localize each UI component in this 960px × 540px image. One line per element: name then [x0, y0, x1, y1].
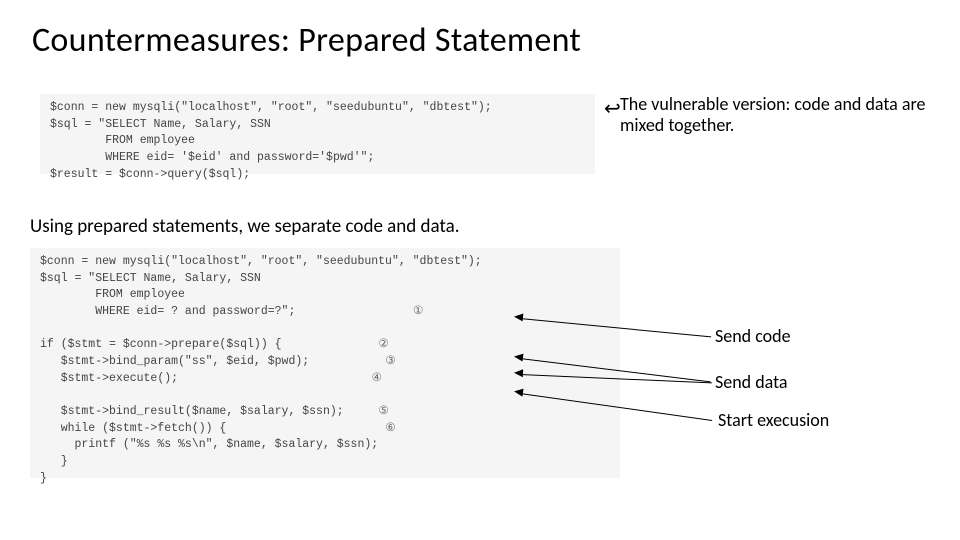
code2-l3: FROM employee — [40, 288, 185, 301]
code1-l3: FROM employee — [50, 134, 195, 147]
code1-l4: WHERE eid= '$eid' and password='$pwd'"; — [50, 151, 374, 164]
marker-5: ⑤ — [378, 404, 389, 421]
code2-l14: } — [40, 472, 47, 485]
code2-l11: while ($stmt->fetch()) { — [40, 422, 226, 435]
code1-l2: $sql = "SELECT Name, Salary, SSN — [50, 118, 271, 131]
marker-6: ⑥ — [385, 421, 396, 438]
code2-l2: $sql = "SELECT Name, Salary, SSN — [40, 272, 261, 285]
code2-l4: WHERE eid= ? and password=?"; — [40, 305, 295, 318]
arrowhead-icon — [513, 387, 523, 396]
code2-l8: $stmt->execute(); — [40, 372, 178, 385]
code1-l5: $result = $conn->query($sql); — [50, 168, 250, 181]
code2-l6: if ($stmt = $conn->prepare($sql)) { — [40, 338, 282, 351]
code-prepared: $conn = new mysqli("localhost", "root", … — [30, 248, 620, 478]
code1-l1: $conn = new mysqli("localhost", "root", … — [50, 101, 492, 114]
label-send-data: Send data — [715, 372, 788, 393]
label-send-code: Send code — [715, 326, 791, 347]
marker-3: ③ — [385, 354, 396, 371]
code2-l1: $conn = new mysqli("localhost", "root", … — [40, 255, 482, 268]
arrowhead-icon — [514, 369, 523, 377]
marker-2: ② — [378, 337, 389, 354]
code2-l13: } — [40, 455, 68, 468]
page-title: Countermeasures: Prepared Statement — [32, 20, 581, 61]
marker-1: ① — [413, 304, 424, 321]
marker-4: ④ — [371, 371, 382, 388]
annotation-vulnerable: The vulnerable version: code and data ar… — [620, 94, 940, 136]
code2-l10: $stmt->bind_result($name, $salary, $ssn)… — [40, 405, 344, 418]
code2-l7: $stmt->bind_param("ss", $eid, $pwd); — [40, 355, 309, 368]
arrowhead-icon — [514, 313, 524, 322]
label-start-exec: Start execusion — [718, 410, 829, 431]
code-vulnerable: $conn = new mysqli("localhost", "root", … — [40, 94, 595, 174]
arrow-left-icon: ↩ — [604, 96, 621, 121]
code2-l12: printf ("%s %s %s\n", $name, $salary, $s… — [40, 438, 378, 451]
subheading: Using prepared statements, we separate c… — [30, 215, 460, 238]
arrowhead-icon — [514, 352, 524, 361]
